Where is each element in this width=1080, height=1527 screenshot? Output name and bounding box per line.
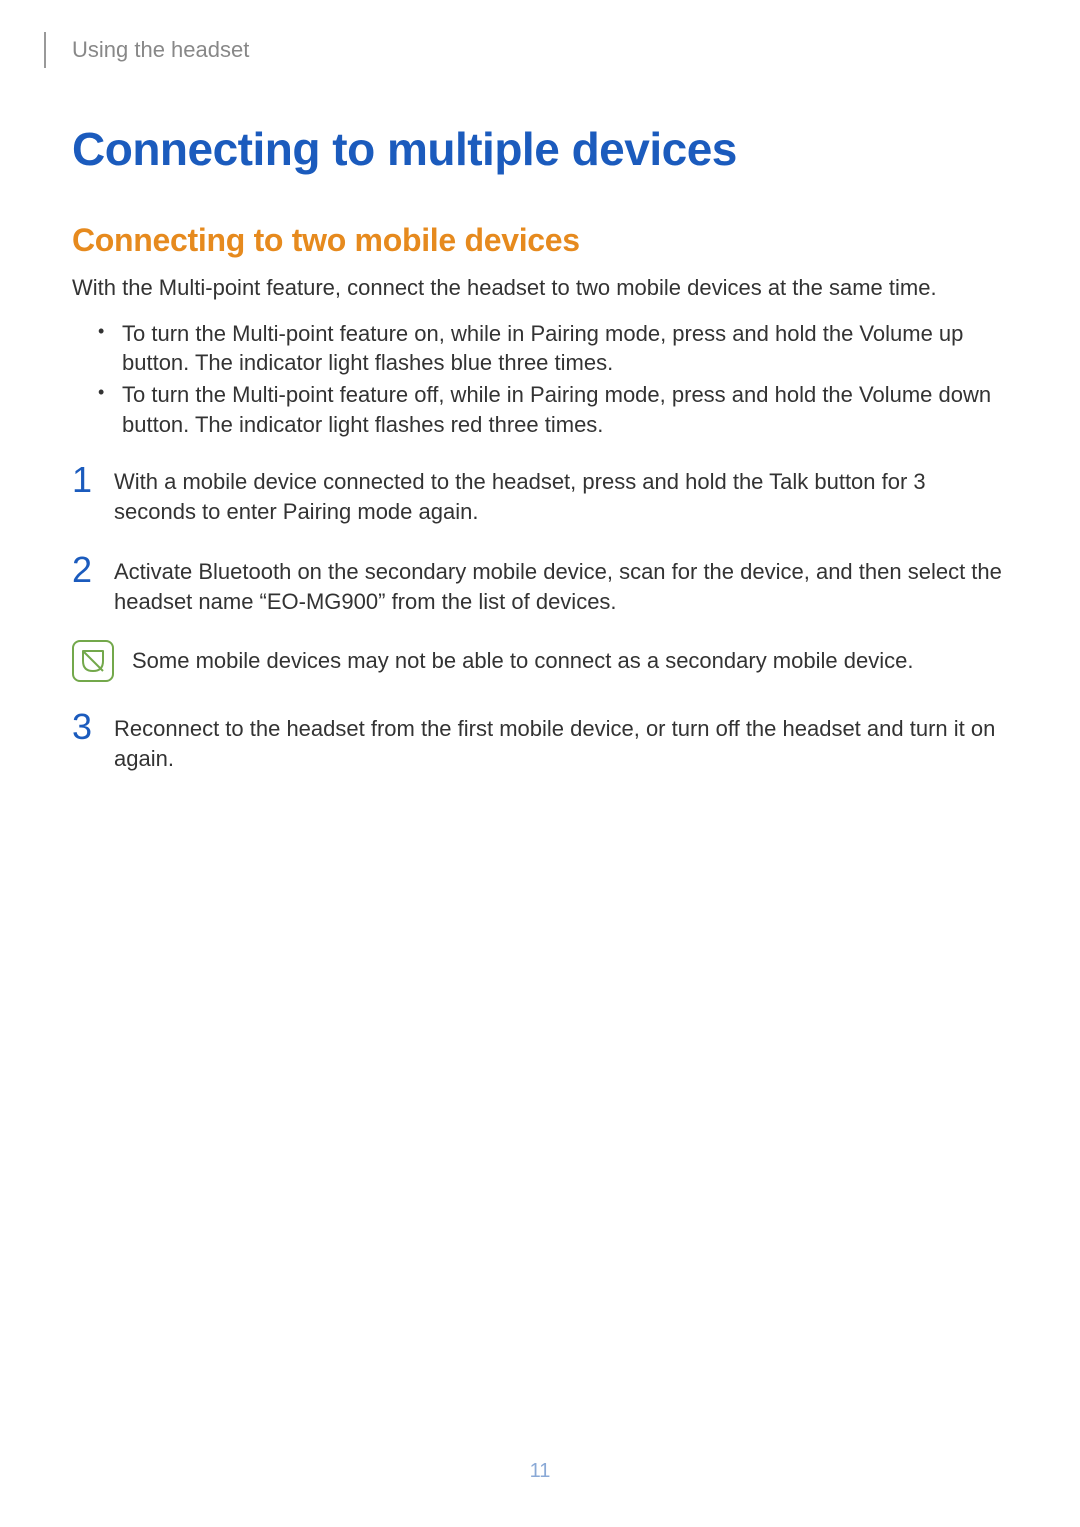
breadcrumb: Using the headset — [44, 32, 1008, 68]
step-row: 3 Reconnect to the headset from the firs… — [72, 714, 1008, 773]
step-number: 2 — [72, 552, 106, 588]
step-text: Reconnect to the headset from the first … — [114, 714, 1008, 773]
bullet-list: To turn the Multi-point feature on, whil… — [72, 319, 1008, 440]
step-text: With a mobile device connected to the he… — [114, 467, 1008, 526]
note-callout: Some mobile devices may not be able to c… — [72, 646, 1008, 682]
section-label: Using the headset — [72, 37, 249, 63]
page-title: Connecting to multiple devices — [72, 122, 1008, 176]
step-text: Activate Bluetooth on the secondary mobi… — [114, 557, 1008, 616]
subsection-title: Connecting to two mobile devices — [72, 222, 1008, 259]
page-number: 11 — [0, 1460, 1080, 1483]
intro-paragraph: With the Multi-point feature, connect th… — [72, 273, 1008, 303]
bullet-item: To turn the Multi-point feature off, whi… — [98, 380, 1008, 439]
step-row: 1 With a mobile device connected to the … — [72, 467, 1008, 526]
step-row: 2 Activate Bluetooth on the secondary mo… — [72, 557, 1008, 616]
note-icon — [72, 640, 114, 682]
note-text: Some mobile devices may not be able to c… — [132, 646, 1008, 676]
step-number: 3 — [72, 709, 106, 745]
step-number: 1 — [72, 462, 106, 498]
bullet-item: To turn the Multi-point feature on, whil… — [98, 319, 1008, 378]
header-divider — [44, 32, 46, 68]
